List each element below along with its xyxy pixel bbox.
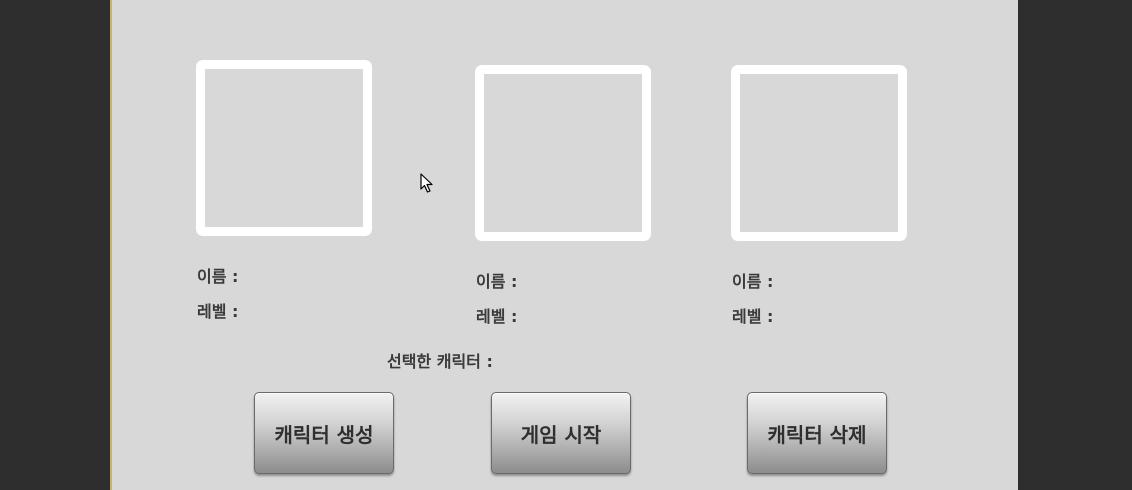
- character-slot-2[interactable]: [475, 65, 651, 241]
- character-slot-1[interactable]: [196, 60, 372, 236]
- slot-1-level-label: 레벨 :: [197, 302, 239, 321]
- delete-character-button[interactable]: 캐릭터 삭제: [747, 392, 887, 474]
- create-character-button[interactable]: 캐릭터 생성: [254, 392, 394, 474]
- mouse-pointer-icon: [420, 173, 433, 193]
- game-start-button[interactable]: 게임 시작: [491, 392, 631, 474]
- character-slot-3[interactable]: [731, 65, 907, 241]
- slot-2-name-label: 이름 :: [476, 272, 518, 291]
- slot-3-level-label: 레벨 :: [732, 307, 774, 326]
- slot-2-level-label: 레벨 :: [476, 307, 518, 326]
- slot-3-name-label: 이름 :: [732, 272, 774, 291]
- slot-1-name-label: 이름 :: [197, 267, 239, 286]
- selected-character-label: 선택한 캐릭터 :: [387, 352, 493, 371]
